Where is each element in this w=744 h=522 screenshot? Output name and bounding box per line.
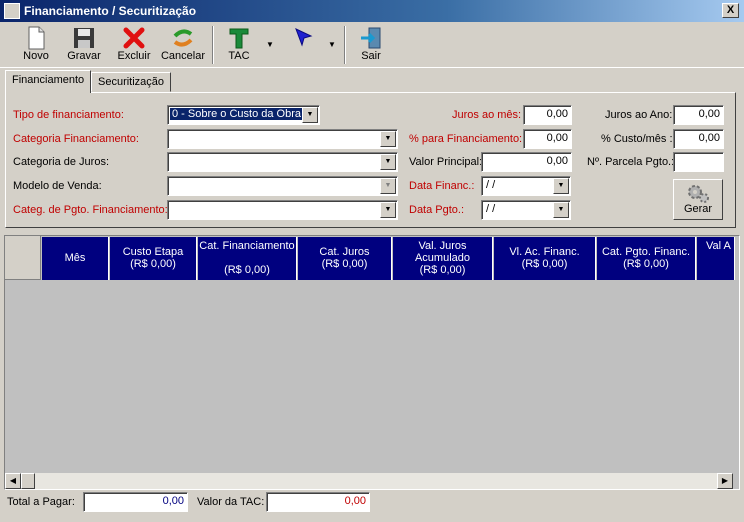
cancelar-label: Cancelar bbox=[160, 50, 206, 62]
column-header-custo-etapa[interactable]: Custo Etapa (R$ 0,00) bbox=[110, 237, 197, 280]
data-financ-picker[interactable]: / / ▼ bbox=[481, 176, 571, 196]
modelo-venda-select[interactable]: ▼ bbox=[167, 176, 398, 196]
novo-button[interactable]: Novo bbox=[16, 24, 56, 66]
grid-row-indicator-header bbox=[5, 236, 41, 280]
pct-financiamento-label: % para Financiamento: bbox=[409, 133, 523, 145]
scrollbar-thumb[interactable] bbox=[21, 473, 35, 489]
save-disk-icon bbox=[74, 28, 94, 48]
column-header-cat-juros[interactable]: Cat. Juros (R$ 0,00) bbox=[298, 237, 392, 280]
data-pgto-value: / / bbox=[486, 203, 496, 215]
column-header-val-a[interactable]: Val A bbox=[697, 237, 735, 280]
tac-t-icon bbox=[229, 28, 249, 49]
tac-button[interactable]: TAC bbox=[222, 24, 256, 66]
modelo-venda-label: Modelo de Venda: bbox=[13, 180, 102, 192]
chevron-down-icon[interactable]: ▼ bbox=[553, 202, 569, 218]
cancelar-button[interactable]: Cancelar bbox=[160, 24, 206, 66]
scroll-right-icon[interactable]: ▶ bbox=[717, 473, 733, 489]
pointer-dropdown-arrow[interactable]: ▼ bbox=[328, 40, 336, 49]
tipo-financiamento-select[interactable]: 0 - Sobre o Custo da Obra ▼ bbox=[167, 105, 320, 125]
tab-financiamento[interactable]: Financiamento bbox=[5, 70, 92, 93]
novo-label: Novo bbox=[23, 50, 49, 62]
app-icon bbox=[4, 3, 20, 19]
tipo-financiamento-label: Tipo de financiamento: bbox=[13, 109, 124, 121]
column-header-val-juros-acumulado[interactable]: Val. Juros Acumulado (R$ 0,00) bbox=[393, 237, 493, 280]
num-parcela-label: Nº. Parcela Pgto.: bbox=[587, 156, 675, 168]
juros-ano-label: Juros ao Ano: bbox=[605, 109, 673, 121]
pct-custo-mes-field[interactable]: 0,00 bbox=[673, 129, 724, 149]
column-header-cat-pgto-financ[interactable]: Cat. Pgto. Financ. (R$ 0,00) bbox=[597, 237, 696, 280]
chevron-down-icon[interactable]: ▼ bbox=[553, 178, 569, 194]
window-title: Financiamento / Securitização bbox=[24, 4, 197, 18]
chevron-down-icon[interactable]: ▼ bbox=[302, 107, 318, 123]
valor-principal-label: Valor Principal: bbox=[409, 156, 483, 168]
tipo-financiamento-value: 0 - Sobre o Custo da Obra bbox=[168, 107, 305, 121]
categoria-juros-label: Categoria de Juros: bbox=[13, 156, 109, 168]
total-pagar-field[interactable]: 0,00 bbox=[83, 492, 188, 512]
column-header-cat-financiamento[interactable]: Cat. Financiamento (R$ 0,00) bbox=[198, 237, 297, 280]
excluir-label: Excluir bbox=[117, 50, 151, 62]
categ-pgto-financiamento-select[interactable]: ▼ bbox=[167, 200, 398, 220]
num-parcela-field[interactable] bbox=[673, 152, 724, 172]
cursor-arrow-icon bbox=[295, 28, 313, 47]
data-financ-value: / / bbox=[486, 179, 496, 191]
sair-button[interactable]: Sair bbox=[356, 24, 386, 66]
tac-label: TAC bbox=[228, 50, 250, 62]
column-header-vl-ac-financ[interactable]: Vl. Ac. Financ. (R$ 0,00) bbox=[494, 237, 596, 280]
categoria-financiamento-select[interactable]: ▼ bbox=[167, 129, 398, 149]
categ-pgto-financiamento-label: Categ. de Pgto. Financiamento: bbox=[13, 204, 168, 216]
close-button[interactable]: X bbox=[722, 3, 739, 18]
pct-custo-mes-label: % Custo/mês : bbox=[601, 133, 673, 145]
valor-tac-label: Valor da TAC: bbox=[197, 496, 265, 508]
gerar-button[interactable]: Gerar bbox=[673, 179, 723, 220]
scroll-left-icon[interactable]: ◀ bbox=[5, 473, 21, 489]
exit-door-icon bbox=[361, 27, 381, 49]
categoria-financiamento-label: Categoria Financiamento: bbox=[13, 133, 139, 145]
gears-icon bbox=[688, 185, 709, 203]
new-document-icon bbox=[28, 26, 45, 50]
tac-dropdown-arrow[interactable]: ▼ bbox=[266, 40, 274, 49]
pointer-button[interactable] bbox=[288, 24, 318, 66]
sair-label: Sair bbox=[361, 50, 381, 62]
cancel-arrows-icon bbox=[173, 29, 193, 47]
excluir-button[interactable]: Excluir bbox=[114, 24, 154, 66]
pct-financiamento-field[interactable]: 0,00 bbox=[523, 129, 572, 149]
tab-securitizacao[interactable]: Securitização bbox=[91, 72, 172, 92]
juros-mes-label: Juros ao mês: bbox=[452, 109, 522, 121]
gravar-label: Gravar bbox=[67, 50, 101, 62]
chevron-down-icon[interactable]: ▼ bbox=[380, 178, 396, 194]
total-pagar-label: Total a Pagar: bbox=[7, 496, 75, 508]
horizontal-scrollbar[interactable]: ◀ ▶ bbox=[5, 473, 733, 489]
data-financ-label: Data Financ.: bbox=[409, 180, 475, 192]
toolbar-separator bbox=[344, 26, 346, 64]
toolbar-separator bbox=[212, 26, 214, 64]
valor-principal-field[interactable]: 0,00 bbox=[481, 152, 572, 172]
gravar-button[interactable]: Gravar bbox=[62, 24, 106, 66]
chevron-down-icon[interactable]: ▼ bbox=[380, 154, 396, 170]
delete-x-icon bbox=[123, 27, 145, 49]
categoria-juros-select[interactable]: ▼ bbox=[167, 152, 398, 172]
juros-mes-field[interactable]: 0,00 bbox=[523, 105, 572, 125]
data-pgto-picker[interactable]: / / ▼ bbox=[481, 200, 571, 220]
data-pgto-label: Data Pgto.: bbox=[409, 204, 465, 216]
juros-ano-field[interactable]: 0,00 bbox=[673, 105, 724, 125]
valor-tac-field[interactable]: 0,00 bbox=[266, 492, 370, 512]
chevron-down-icon[interactable]: ▼ bbox=[380, 131, 396, 147]
chevron-down-icon[interactable]: ▼ bbox=[380, 202, 396, 218]
gerar-label: Gerar bbox=[683, 203, 713, 215]
column-header-mes[interactable]: Mês bbox=[42, 237, 109, 280]
